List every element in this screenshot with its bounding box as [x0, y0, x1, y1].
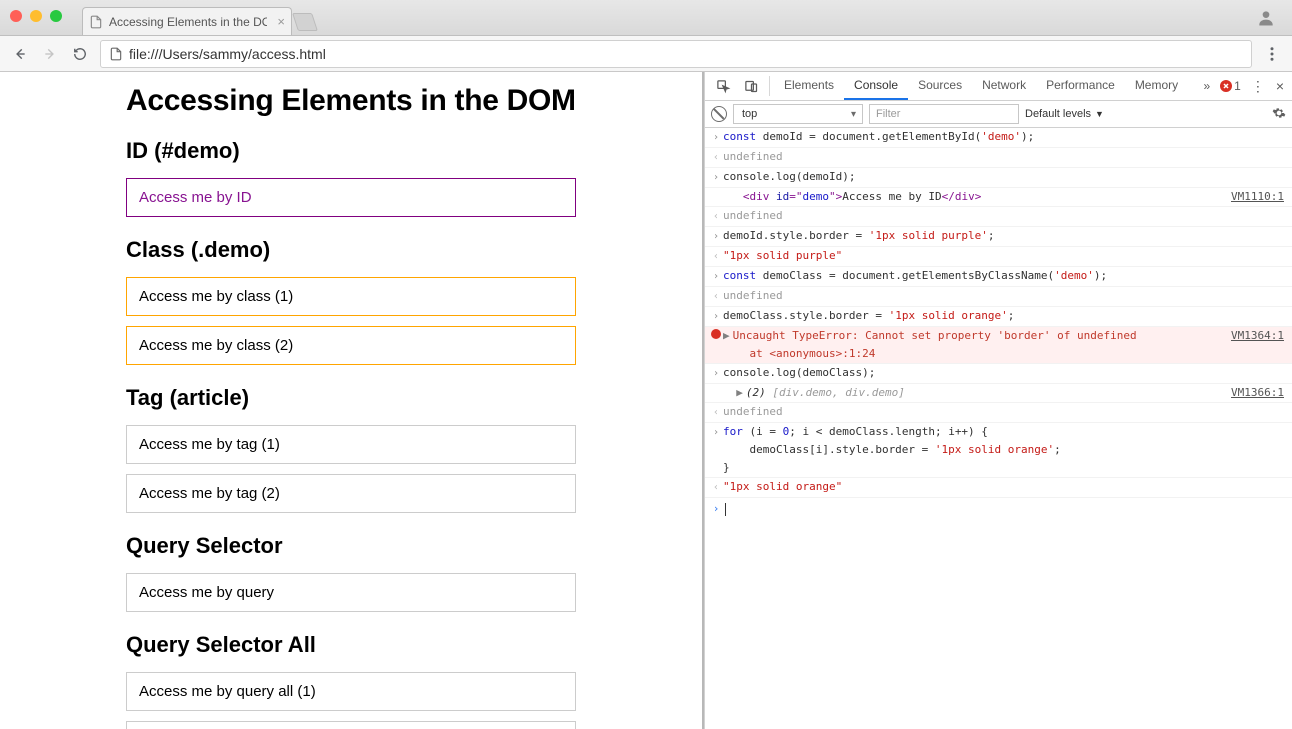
context-selector[interactable]: top	[733, 104, 863, 124]
browser-chrome-tabstrip: Accessing Elements in the DOM ×	[0, 0, 1292, 36]
tab-network[interactable]: Network	[972, 72, 1036, 100]
demo-queryall-box-2: Access me by query all (2)	[126, 721, 576, 729]
console-input-line: ›console.log(demoClass);	[705, 364, 1292, 384]
console-input-line: ›demoClass.style.border = '1px solid ora…	[705, 307, 1292, 327]
demo-tag-box-1: Access me by tag (1)	[126, 425, 576, 464]
window-controls	[10, 10, 62, 22]
console-error-line: ✕▶Uncaught TypeError: Cannot set propert…	[705, 327, 1292, 364]
reload-button[interactable]	[70, 44, 90, 64]
forward-button[interactable]	[40, 44, 60, 64]
maximize-window-button[interactable]	[50, 10, 62, 22]
file-icon	[89, 15, 103, 29]
demo-class-box-1: Access me by class (1)	[126, 277, 576, 316]
tab-performance[interactable]: Performance	[1036, 72, 1125, 100]
tab-memory[interactable]: Memory	[1125, 72, 1188, 100]
levels-selector[interactable]: Default levels▼	[1025, 108, 1104, 120]
console-settings-icon[interactable]	[1272, 106, 1286, 123]
console-output-line: ‹undefined	[705, 148, 1292, 168]
device-toggle-icon[interactable]	[737, 72, 765, 100]
devtools-menu-icon[interactable]: ⋮	[1251, 78, 1266, 95]
demo-class-box-2: Access me by class (2)	[126, 326, 576, 365]
console-toolbar: top Filter Default levels▼	[705, 101, 1292, 128]
section-query-heading: Query Selector	[126, 533, 576, 559]
page-heading: Accessing Elements in the DOM	[126, 84, 576, 118]
profile-icon[interactable]	[1256, 8, 1276, 28]
console-prompt[interactable]: ›	[705, 498, 1292, 520]
console-output-line: <div id="demo">Access me by ID</div>VM11…	[705, 188, 1292, 207]
close-tab-icon[interactable]: ×	[277, 14, 285, 29]
clear-console-icon[interactable]	[711, 106, 727, 122]
new-tab-button[interactable]	[292, 13, 318, 31]
devtools-close-icon[interactable]: ×	[1276, 78, 1284, 94]
minimize-window-button[interactable]	[30, 10, 42, 22]
tab-sources[interactable]: Sources	[908, 72, 972, 100]
section-queryall-heading: Query Selector All	[126, 632, 576, 658]
page-icon	[109, 47, 123, 61]
console-input-line: ›for (i = 0; i < demoClass.length; i++) …	[705, 423, 1292, 478]
demo-queryall-box-1: Access me by query all (1)	[126, 672, 576, 711]
close-window-button[interactable]	[10, 10, 22, 22]
address-bar[interactable]: file:///Users/sammy/access.html	[100, 40, 1252, 68]
console-output-line: ‹undefined	[705, 287, 1292, 307]
browser-menu-button[interactable]	[1262, 44, 1282, 64]
devtools-tabstrip: Elements Console Sources Network Perform…	[705, 72, 1292, 101]
error-indicator[interactable]: 1	[1220, 79, 1241, 93]
tab-console[interactable]: Console	[844, 72, 908, 100]
console-output-line: ‹undefined	[705, 207, 1292, 227]
console-output-line: ‹undefined	[705, 403, 1292, 423]
console-output-line: ‹"1px solid orange"	[705, 478, 1292, 498]
browser-toolbar: file:///Users/sammy/access.html	[0, 36, 1292, 72]
console-output-line: ‹"1px solid purple"	[705, 247, 1292, 267]
back-button[interactable]	[10, 44, 30, 64]
filter-input[interactable]: Filter	[869, 104, 1019, 124]
section-tag-heading: Tag (article)	[126, 385, 576, 411]
devtools-panel: Elements Console Sources Network Perform…	[704, 72, 1292, 729]
console-output-line: ▶(2) [div.demo, div.demo]VM1366:1	[705, 384, 1292, 403]
console-input-line: ›demoId.style.border = '1px solid purple…	[705, 227, 1292, 247]
console-input-line: ›const demoClass = document.getElementsB…	[705, 267, 1292, 287]
console-input-line: ›console.log(demoId);	[705, 168, 1292, 188]
console-output[interactable]: ›const demoId = document.getElementById(…	[705, 128, 1292, 729]
more-tabs-icon[interactable]: »	[1203, 79, 1210, 93]
page-viewport: Accessing Elements in the DOM ID (#demo)…	[0, 72, 704, 729]
section-id-heading: ID (#demo)	[126, 138, 576, 164]
demo-id-box: Access me by ID	[126, 178, 576, 217]
demo-tag-box-2: Access me by tag (2)	[126, 474, 576, 513]
tab-title: Accessing Elements in the DOM	[109, 15, 267, 29]
inspect-icon[interactable]	[709, 72, 737, 100]
browser-tab[interactable]: Accessing Elements in the DOM ×	[82, 7, 292, 35]
tab-elements[interactable]: Elements	[774, 72, 844, 100]
demo-query-box: Access me by query	[126, 573, 576, 612]
console-input-line: ›const demoId = document.getElementById(…	[705, 128, 1292, 148]
url-text: file:///Users/sammy/access.html	[129, 46, 326, 62]
section-class-heading: Class (.demo)	[126, 237, 576, 263]
